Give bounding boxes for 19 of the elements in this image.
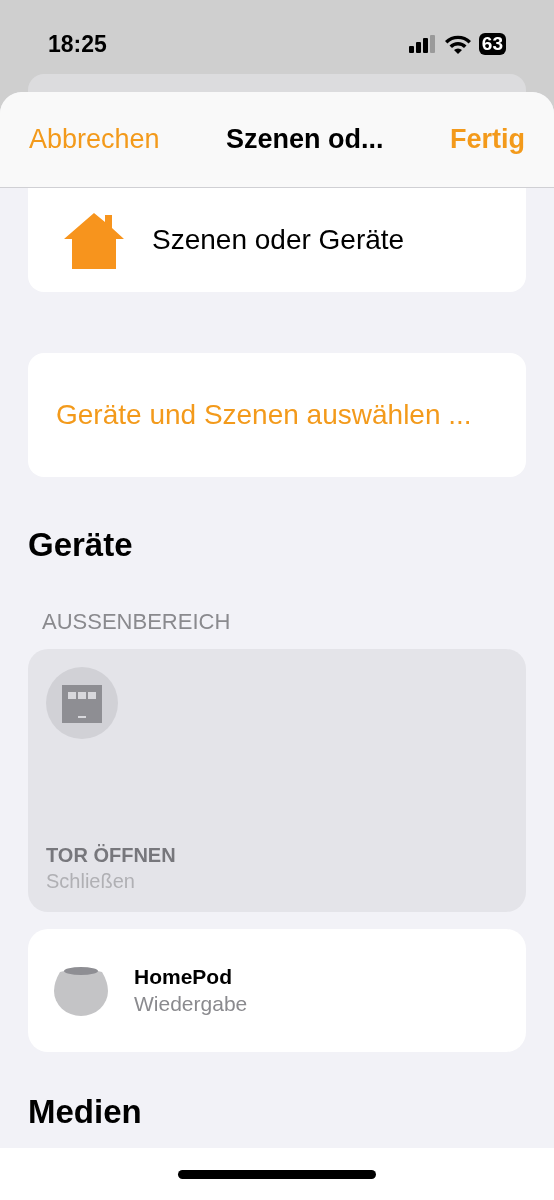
- accessory-name: HomePod: [134, 963, 233, 990]
- section-title: Medien: [28, 1092, 142, 1132]
- room-label: AUSSENBEREICH: [41, 609, 232, 635]
- select-devices-button[interactable]: Geräte und Szenen auswählen ...: [28, 353, 526, 477]
- done-button[interactable]: Fertig: [450, 119, 525, 160]
- signal-icon: [408, 35, 437, 53]
- clock-time: 18:25: [48, 29, 107, 59]
- section-title: Geräte: [28, 525, 134, 565]
- speaker-icon: [54, 965, 108, 1016]
- battery-level: 63: [478, 33, 506, 55]
- home-indicator[interactable]: [178, 1169, 376, 1179]
- accessory-status: Wiedergabe: [134, 990, 248, 1017]
- accessory-name: TOR ÖFFNEN: [46, 843, 177, 868]
- accessory-card[interactable]: HomePod Wiedergabe: [28, 929, 526, 1052]
- wifi-icon: [444, 34, 471, 54]
- house-icon: [62, 211, 126, 269]
- cancel-button[interactable]: Abbrechen: [29, 119, 160, 160]
- header-label: Szenen oder Geräte: [152, 223, 405, 257]
- sheet-title: Szenen od...: [226, 123, 384, 157]
